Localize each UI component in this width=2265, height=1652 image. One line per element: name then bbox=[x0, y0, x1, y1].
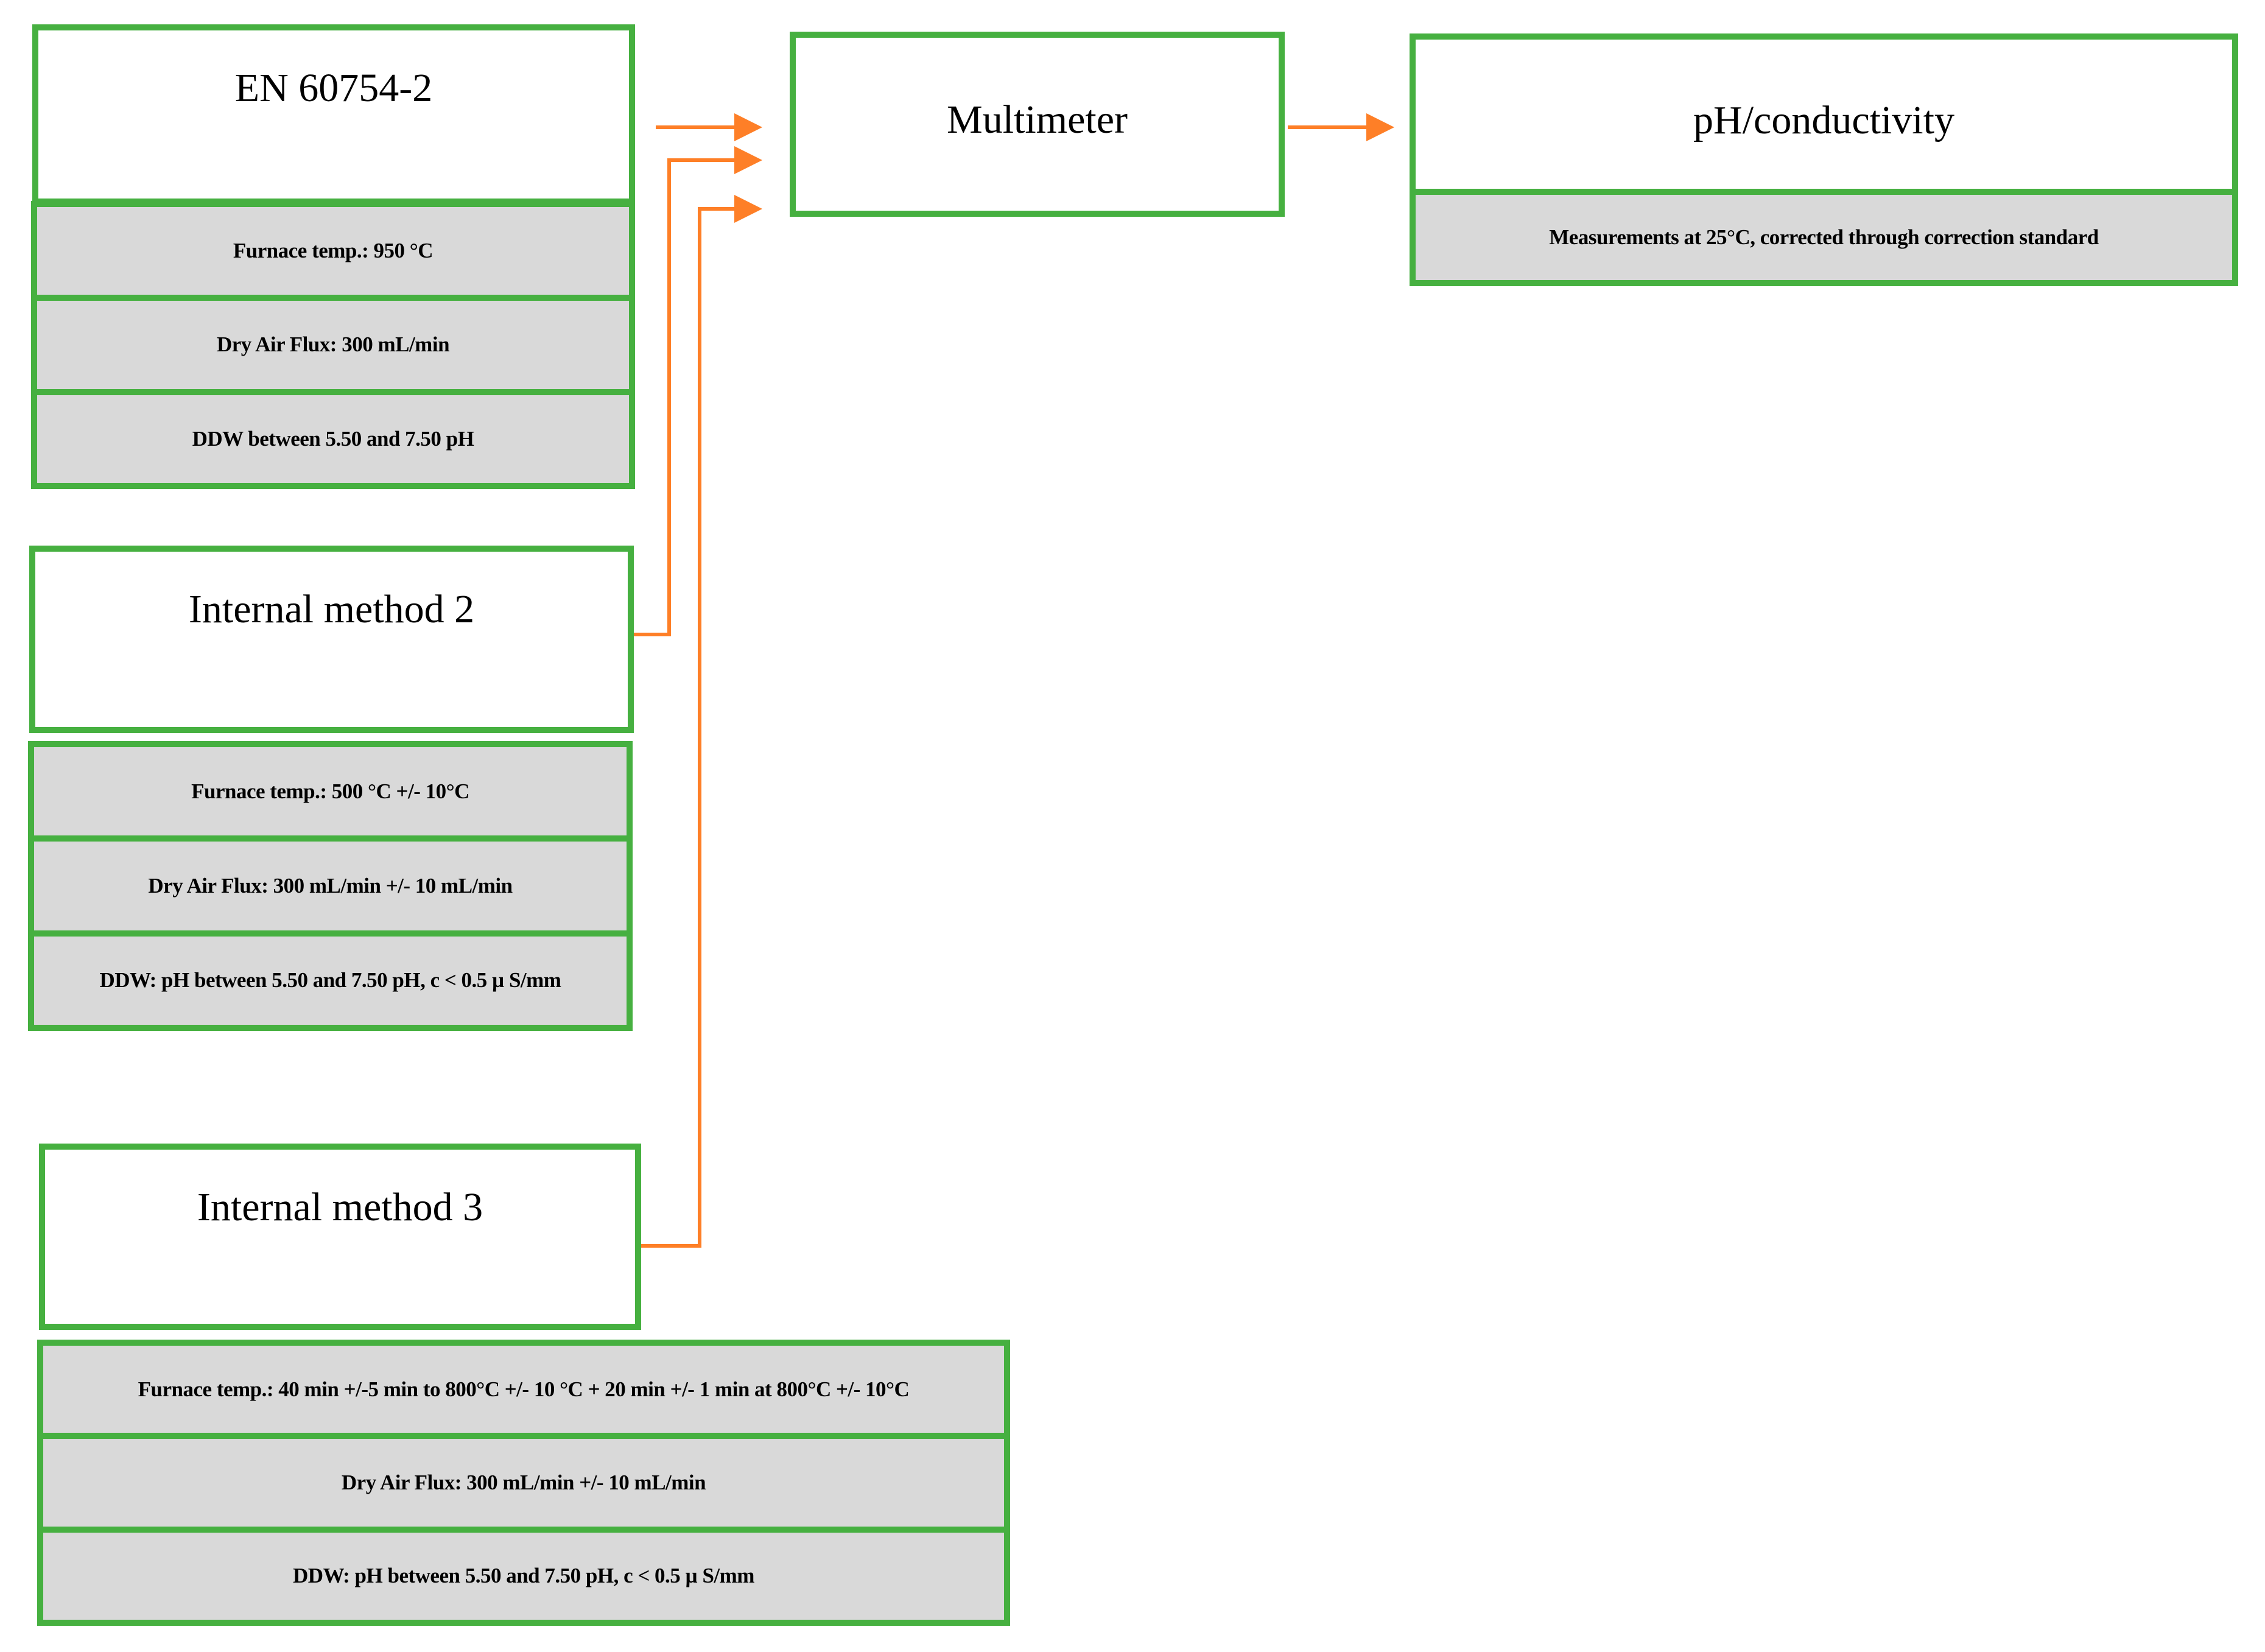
en-60754-2-title: EN 60754-2 bbox=[234, 66, 433, 110]
multimeter-title: Multimeter bbox=[947, 97, 1128, 142]
arrow-head-icon bbox=[734, 146, 762, 174]
internal-method-3-title: Internal method 3 bbox=[197, 1185, 483, 1229]
arrow-im3-to-multimeter-line bbox=[641, 207, 737, 1248]
ph-conductivity-params: Measurements at 25°C, corrected through … bbox=[1410, 189, 2238, 286]
param-dry-air-flux: Dry Air Flux: 300 mL/min bbox=[37, 295, 629, 388]
param-measurement-conditions: Measurements at 25°C, corrected through … bbox=[1549, 225, 2099, 249]
param-ddw: DDW: pH between 5.50 and 7.50 pH, c < 0.… bbox=[43, 1526, 1004, 1620]
param-furnace-temp: Furnace temp.: 40 min +/-5 min to 800°C … bbox=[138, 1377, 910, 1401]
arrow-head-icon bbox=[734, 195, 762, 223]
arrow-im2-to-multimeter-line bbox=[634, 158, 737, 636]
en-60754-2-box: EN 60754-2 bbox=[32, 24, 635, 205]
param-ddw: DDW: pH between 5.50 and 7.50 pH, c < 0.… bbox=[34, 930, 627, 1025]
en-60754-2-params: Furnace temp.: 950 °C Dry Air Flux: 300 … bbox=[31, 201, 635, 489]
arrow-head-icon bbox=[1366, 113, 1394, 141]
internal-method-3-params: Furnace temp.: 40 min +/-5 min to 800°C … bbox=[37, 1340, 1010, 1626]
param-dry-air-flux: Dry Air Flux: 300 mL/min +/- 10 mL/min bbox=[34, 835, 627, 930]
param-dry-air-flux: Dry Air Flux: 300 mL/min +/- 10 mL/min bbox=[43, 1433, 1004, 1526]
param-furnace-temp: Furnace temp.: 500 °C +/- 10°C bbox=[191, 779, 469, 803]
internal-method-2-box: Internal method 2 bbox=[29, 546, 634, 733]
multimeter-box: Multimeter bbox=[790, 32, 1285, 217]
arrow-head-icon bbox=[734, 113, 762, 141]
internal-method-2-params: Furnace temp.: 500 °C +/- 10°C Dry Air F… bbox=[28, 741, 633, 1031]
param-ddw: DDW between 5.50 and 7.50 pH bbox=[37, 388, 629, 483]
internal-method-3-box: Internal method 3 bbox=[39, 1144, 641, 1330]
param-furnace-temp: Furnace temp.: 950 °C bbox=[233, 239, 434, 263]
internal-method-2-title: Internal method 2 bbox=[188, 587, 475, 631]
ph-conductivity-title: pH/conductivity bbox=[1693, 97, 1954, 142]
ph-conductivity-box: pH/conductivity bbox=[1410, 33, 2238, 195]
